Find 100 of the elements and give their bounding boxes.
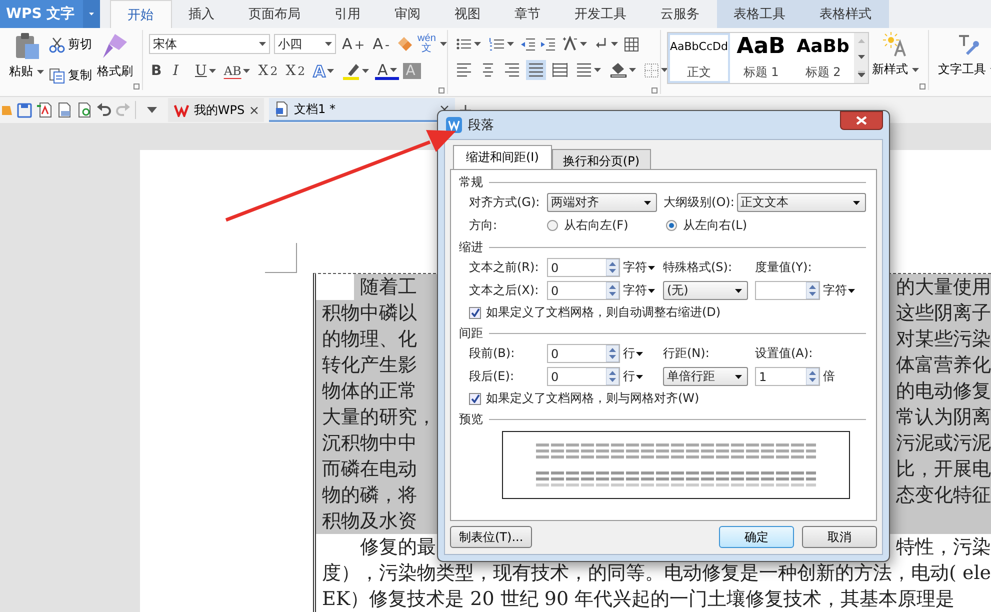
dropdown[interactable]: 两端对齐 [547,193,657,212]
ribbon-tab[interactable]: 云服务 [644,0,717,28]
italic-button[interactable]: I [171,63,189,79]
dropdown-value: 两端对齐 [551,194,599,211]
document-tab[interactable]: 文档1 * [269,98,455,122]
align-distributed-button[interactable] [550,60,570,80]
dialog-launcher-icon[interactable] [919,83,926,90]
gallery-scrollbar[interactable] [854,33,868,83]
dialog-tab[interactable]: 换行和分页(P) [552,149,651,169]
ribbon-tab[interactable]: 引用 [318,0,378,28]
unit-menu[interactable]: 行 [623,368,635,385]
wps-logo-icon [174,104,189,116]
align-justify-button[interactable] [526,60,546,80]
cut-button[interactable]: 剪切 [47,34,94,55]
checkbox[interactable] [469,306,481,318]
spin-field[interactable]: 0 [547,367,620,386]
spinner-arrows-icon[interactable] [606,282,619,299]
font-size-field[interactable]: 小四 [274,34,336,54]
format-painter-button[interactable]: 格式刷 [94,30,136,82]
ribbon-tab[interactable]: 章节 [498,0,558,28]
new-style-label: 新样式 [872,61,908,78]
pdf-export-icon[interactable] [37,102,52,118]
close-icon[interactable] [250,106,258,114]
ribbon-tab[interactable]: 视图 [438,0,498,28]
document-text: 沉积物中中 [322,431,417,456]
paste-button[interactable]: 粘贴 [6,30,47,82]
sort-icon [562,36,578,52]
spinner-arrows-icon[interactable] [606,368,619,385]
radio-button[interactable] [547,220,558,231]
unit-menu[interactable]: 字符 [823,282,847,299]
unit-menu[interactable]: 行 [623,345,635,362]
text-tools-button[interactable]: 文字工具 [935,30,991,80]
ribbon-tab[interactable]: 页面布局 [232,0,318,28]
document-text: 积物及水资 [322,509,417,534]
checkbox[interactable] [469,392,481,404]
effect-button[interactable]: A [311,62,336,80]
radio-button[interactable] [666,220,677,231]
new-style-button[interactable]: 新样式 [869,30,922,80]
close-button[interactable] [840,111,883,130]
app-menu-button[interactable]: WPS 文字 [0,0,83,28]
dialog-tab[interactable]: 缩进和间距(I) [453,145,552,169]
ribbon-tab[interactable]: 表格样式 [802,0,889,28]
spinner-arrows-icon[interactable] [606,259,619,276]
color-button[interactable]: A [375,62,399,80]
spin-field[interactable]: 0 [547,344,620,363]
spin-field[interactable]: 0 [547,258,620,277]
undo-icon[interactable] [97,103,111,117]
dropdown[interactable]: 正文文本 [736,193,866,212]
spinner-arrows-icon[interactable] [806,368,819,385]
unit-menu[interactable]: 字符 [623,259,647,276]
ribbon-tab[interactable]: 开始 [110,0,172,28]
bold-button[interactable]: B [149,63,167,79]
spin-field[interactable]: 0 [547,281,620,300]
font-size-value: 小四 [278,36,302,52]
expand-icon[interactable] [858,71,864,77]
spinner-arrows-icon[interactable] [606,345,619,362]
document-text: EK）修复技术是 20 世纪 90 年代兴起的一门土壤修复技术，其基本原理是 [322,587,955,612]
spin-field[interactable]: 1 [755,367,820,386]
field-label: 度量值(Y): [755,259,812,276]
borders-button[interactable] [642,60,670,80]
ribbon-tab[interactable]: 插入 [172,0,232,28]
save-icon[interactable] [17,102,32,118]
caret-icon [644,200,651,204]
ribbon-tab[interactable]: 表格工具 [716,0,803,28]
document-text: 积物中磷以 [322,301,417,326]
increase-indent-icon[interactable] [540,37,556,51]
unit-menu[interactable]: 字符 [623,282,647,299]
cancel-button[interactable]: 取消 [802,526,877,548]
phonetic-guide-button[interactable]: wén 文 [418,34,436,54]
ribbon-tab[interactable]: 开发工具 [558,0,644,28]
spinner-arrows-icon[interactable] [806,282,819,299]
print-preview-icon[interactable] [77,102,92,118]
decrease-indent-icon[interactable] [520,37,536,51]
dropdown[interactable]: (无) [663,281,748,300]
caret-icon [362,69,370,73]
style-item[interactable]: AaBbCcDd 正文 [668,33,730,83]
underline-button[interactable]: U [193,63,218,79]
document-tab[interactable]: 我的WPS [168,98,264,122]
ok-button[interactable]: 确定 [719,526,794,548]
dialog-launcher-icon[interactable] [438,87,445,94]
tab-stops-button[interactable]: 制表位(T)... [450,526,532,548]
app-logo-icon [446,117,462,133]
spin-field[interactable] [755,281,820,300]
dropdown-caret-icon[interactable] [147,107,157,113]
caret-icon [208,69,216,73]
font-name-field[interactable]: 宋体 [149,34,270,54]
table-grid-icon[interactable] [624,36,639,52]
scroll-down-icon[interactable] [858,55,864,59]
numbering-button[interactable] [487,35,516,53]
ribbon-tab[interactable]: 审阅 [378,0,438,28]
caret-icon [648,266,655,270]
radio-label: 从右向左(F) [564,217,628,234]
copy-button[interactable]: 复制 [47,65,94,86]
text-tools-label: 文字工具 [938,61,986,78]
align-left-icon [456,62,472,78]
dialog-launcher-icon[interactable] [651,87,658,94]
dialog-launcher-icon[interactable] [133,83,140,90]
print-icon[interactable] [57,102,72,118]
dropdown[interactable]: 单倍行距 [663,367,748,386]
strike-button[interactable]: AB [222,64,252,78]
